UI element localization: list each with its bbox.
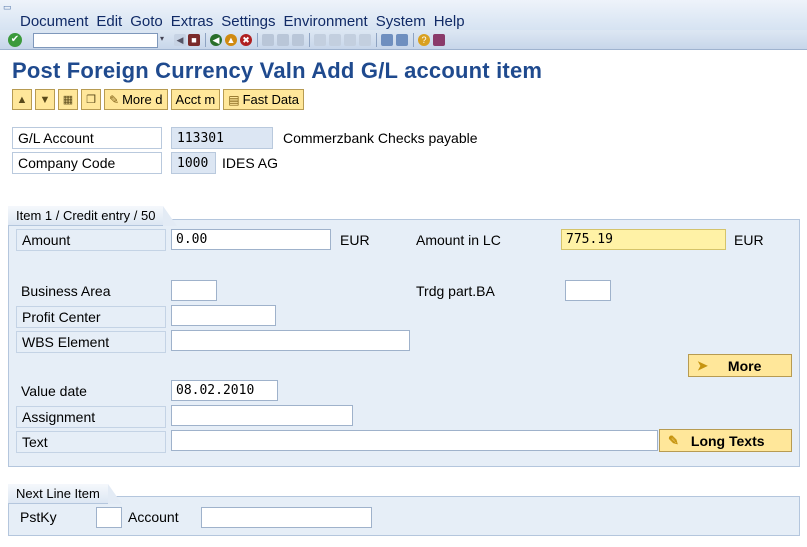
amount-lc-currency: EUR <box>734 232 764 248</box>
application-toolbar: ▲ ▼ ▦ ❐ ✎ More d Acct m ▤ Fast Data <box>12 89 307 111</box>
next-item-icon: ▼ <box>39 93 51 106</box>
overview-button[interactable]: ▦ <box>58 89 78 110</box>
business-area-input[interactable] <box>171 280 217 301</box>
toolbar-separator <box>257 33 258 47</box>
amount-currency: EUR <box>340 232 370 248</box>
long-texts-label: Long Texts <box>690 432 765 449</box>
amount-lc-input[interactable]: 775.19 <box>561 229 726 250</box>
acct-model-label: Acct m <box>175 92 216 107</box>
find-next-icon[interactable] <box>292 34 304 46</box>
layout-icon[interactable] <box>433 34 445 46</box>
menu-environment[interactable]: Environment <box>283 13 367 30</box>
prev-item-button[interactable]: ▲ <box>12 89 32 110</box>
first-page-icon[interactable] <box>314 34 326 46</box>
overview-icon: ▦ <box>62 94 74 106</box>
exit-icon[interactable]: ▲ <box>225 34 237 46</box>
shortcut-icon[interactable] <box>396 34 408 46</box>
profit-center-label: Profit Center <box>16 306 166 328</box>
gl-account-value: 113301 <box>171 127 273 149</box>
help-icon[interactable]: ? <box>418 34 430 46</box>
pstky-input[interactable] <box>96 507 122 528</box>
arrow-right-icon: ➤ <box>697 357 708 373</box>
fast-data-icon: ▤ <box>228 92 240 107</box>
acct-model-button[interactable]: Acct m <box>170 89 221 110</box>
menu-extras[interactable]: Extras <box>171 13 214 30</box>
company-code-value: 1000 <box>171 152 216 174</box>
find-icon[interactable] <box>277 34 289 46</box>
amount-label: Amount <box>16 229 166 251</box>
wbs-element-input[interactable] <box>171 330 410 351</box>
pstky-label: PstKy <box>20 509 57 525</box>
command-field[interactable] <box>33 33 158 48</box>
back-icon[interactable]: ◀ <box>210 34 222 46</box>
fast-data-button[interactable]: ▤ Fast Data <box>223 89 304 110</box>
next-item-button[interactable]: ▼ <box>35 89 55 110</box>
company-code-description: IDES AG <box>222 155 279 171</box>
toolbar-separator <box>309 33 310 47</box>
next-line-item-panel <box>8 496 800 536</box>
print-icon[interactable] <box>262 34 274 46</box>
next-page-icon[interactable] <box>344 34 356 46</box>
gl-account-description: Commerzbank Checks payable <box>283 130 478 146</box>
more-data-icon: ✎ <box>109 92 120 107</box>
business-area-label: Business Area <box>16 281 166 303</box>
trdg-part-ba-label: Trdg part.BA <box>416 283 495 299</box>
text-label: Text <box>16 431 166 453</box>
copy-button[interactable]: ❐ <box>81 89 101 110</box>
toolbar-separator <box>376 33 377 47</box>
item-panel-tab: Item 1 / Credit entry / 50 <box>8 206 178 226</box>
create-session-icon[interactable] <box>381 34 393 46</box>
trdg-part-ba-input[interactable] <box>565 280 611 301</box>
menu-document[interactable]: Document <box>20 13 88 30</box>
command-history-icon[interactable]: ▾ <box>160 34 168 46</box>
amount-input[interactable]: 0.00 <box>171 229 331 250</box>
toolbar-separator <box>413 33 414 47</box>
more-button-label: More <box>727 357 762 374</box>
pencil-icon: ✎ <box>668 432 679 448</box>
account-input[interactable] <box>201 507 372 528</box>
menu-items: Document Edit Goto Extras Settings Envir… <box>20 13 473 30</box>
system-menu-icon[interactable]: ▭ <box>3 2 13 12</box>
page-title: Post Foreign Currency Valn Add G/L accou… <box>12 58 543 83</box>
prev-page-icon[interactable] <box>329 34 341 46</box>
menu-system[interactable]: System <box>376 13 426 30</box>
menu-help[interactable]: Help <box>434 13 465 30</box>
menu-goto[interactable]: Goto <box>130 13 163 30</box>
prev-item-icon: ▲ <box>16 93 28 106</box>
back-arrow-icon[interactable]: ◀ <box>174 34 186 46</box>
save-icon[interactable]: ■ <box>188 34 200 46</box>
amount-lc-label: Amount in LC <box>416 232 501 248</box>
copy-icon: ❐ <box>86 94 96 106</box>
value-date-input[interactable]: 08.02.2010 <box>171 380 278 401</box>
enter-icon[interactable]: ✔ <box>8 33 22 47</box>
account-label: Account <box>128 509 179 525</box>
cancel-icon[interactable]: ✖ <box>240 34 252 46</box>
value-date-label: Value date <box>16 381 166 403</box>
more-data-label: More d <box>122 92 163 107</box>
next-line-item-tab: Next Line Item <box>8 484 122 504</box>
menu-edit[interactable]: Edit <box>96 13 122 30</box>
assignment-label: Assignment <box>16 406 166 428</box>
wbs-element-label: WBS Element <box>16 331 166 353</box>
profit-center-input[interactable] <box>171 305 276 326</box>
menu-settings[interactable]: Settings <box>221 13 275 30</box>
more-data-button[interactable]: ✎ More d <box>104 89 168 110</box>
more-button[interactable]: ➤ More <box>688 354 792 377</box>
gl-account-label: G/L Account <box>12 127 162 149</box>
long-texts-button[interactable]: ✎ Long Texts <box>659 429 792 452</box>
last-page-icon[interactable] <box>359 34 371 46</box>
assignment-input[interactable] <box>171 405 353 426</box>
toolbar-separator <box>205 33 206 47</box>
text-input[interactable] <box>171 430 658 451</box>
fast-data-label: Fast Data <box>242 92 299 107</box>
company-code-label: Company Code <box>12 152 162 174</box>
